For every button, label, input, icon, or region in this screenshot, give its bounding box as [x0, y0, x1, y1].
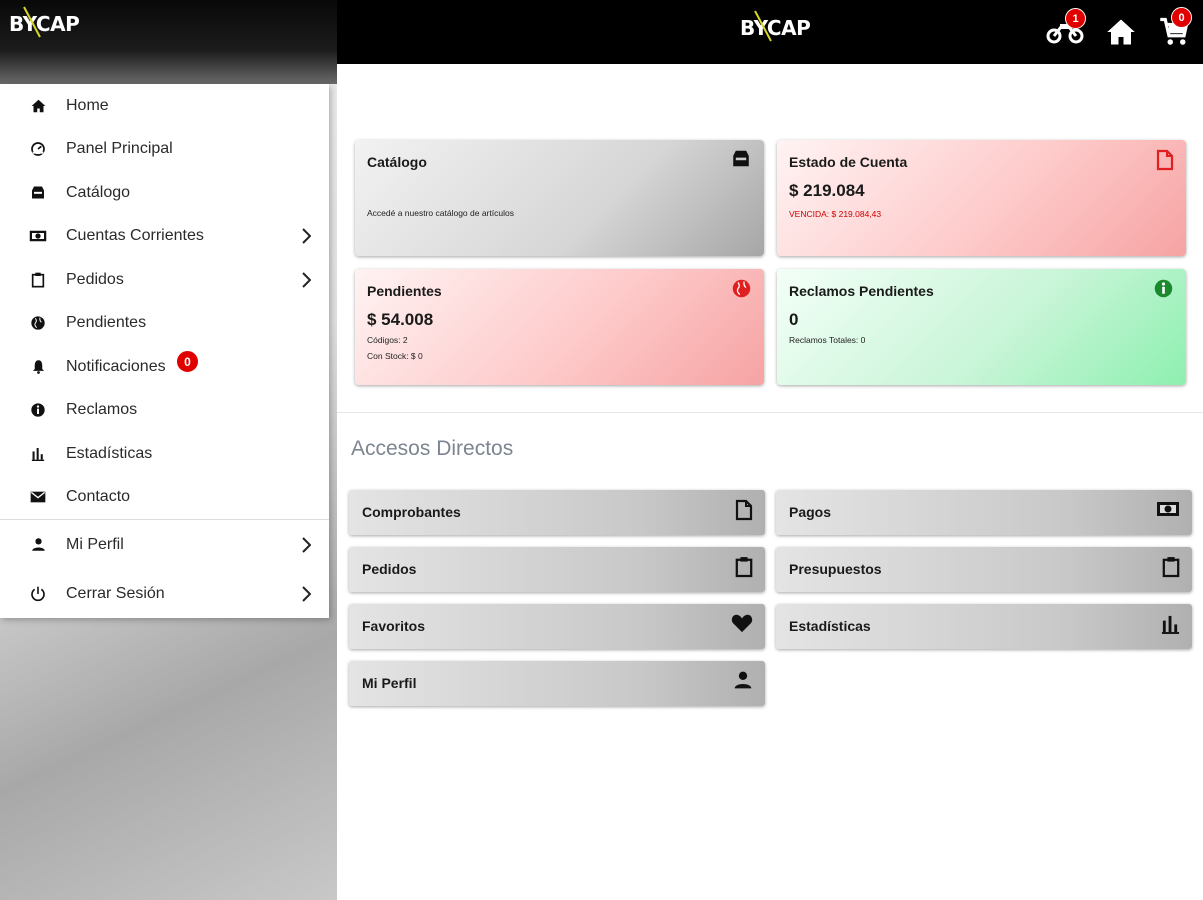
shortcut-label: Favoritos — [362, 618, 426, 634]
bell-icon — [27, 359, 49, 375]
sidebar-item-label: Pedidos — [66, 270, 124, 288]
section-divider — [337, 412, 1203, 413]
card-amount: $ 219.084 — [789, 181, 865, 200]
sidebar-item-label: Reclamos — [66, 401, 138, 419]
shortcut-mi-perfil[interactable]: Mi Perfil — [349, 661, 765, 706]
card-amount: $ 54.008 — [367, 310, 434, 329]
shortcut-pagos[interactable]: Pagos — [776, 490, 1192, 535]
inbox-icon — [730, 149, 752, 173]
sidebar-item-label: Home — [66, 96, 109, 114]
accesos-directos-title: Accesos Directos — [351, 437, 514, 460]
clipboard-icon — [735, 556, 753, 583]
top-bar: BYCAP 1 0 — [337, 0, 1203, 64]
sidebar-item-label: Notificaciones — [66, 357, 166, 375]
sidebar-item-label: Mi Perfil — [66, 535, 124, 553]
main-content: Catálogo Accedé a nuestro catálogo de ar… — [337, 64, 1203, 900]
card-description: Accedé a nuestro catálogo de artículos — [367, 208, 514, 218]
sidebar-header: BYCAP — [0, 0, 337, 84]
shortcut-label: Presupuestos — [789, 561, 882, 577]
sidebar-item-label: Cerrar Sesión — [66, 584, 165, 602]
info-icon — [1153, 278, 1174, 304]
sidebar-item-catalogo[interactable]: Catálogo — [0, 171, 329, 215]
bar-chart-icon — [27, 446, 49, 462]
card-vencida: VENCIDA: $ 219.084,43 — [789, 209, 882, 219]
card-reclamos-totales: Reclamos Totales: 0 — [789, 335, 866, 345]
money-icon — [1156, 501, 1180, 522]
sidebar-item-cerrar-sesion[interactable]: Cerrar Sesión — [0, 569, 329, 618]
card-codigos: Códigos: 2 — [367, 335, 408, 345]
chevron-right-icon — [302, 272, 311, 288]
card-stock: Con Stock: $ 0 — [367, 351, 423, 361]
sidebar-item-label: Catálogo — [66, 183, 131, 201]
cart-button[interactable]: 0 — [1158, 7, 1192, 52]
sidebar-item-reclamos[interactable]: Reclamos — [0, 389, 329, 433]
sidebar-item-pedidos[interactable]: Pedidos — [0, 258, 329, 302]
sidebar-item-label: Estadísticas — [66, 444, 153, 462]
card-title: Catálogo — [367, 154, 427, 170]
person-icon — [733, 670, 753, 695]
card-title: Pendientes — [367, 283, 442, 299]
sidebar: BYCAP Home Panel Principal Catálogo Cuen… — [0, 0, 337, 900]
sidebar-item-label: Cuentas Corrientes — [66, 227, 204, 245]
money-icon — [27, 230, 49, 242]
shortcut-presupuestos[interactable]: Presupuestos — [776, 547, 1192, 592]
home-icon — [27, 99, 49, 113]
shortcut-comprobantes[interactable]: Comprobantes — [349, 490, 765, 535]
file-icon — [735, 499, 753, 526]
card-catalogo[interactable]: Catálogo Accedé a nuestro catálogo de ar… — [355, 140, 764, 256]
card-reclamos-pendientes[interactable]: Reclamos Pendientes 0 Reclamos Totales: … — [777, 269, 1186, 385]
chevron-right-icon — [302, 585, 311, 602]
notification-badge: 0 — [176, 350, 199, 373]
globe-icon — [27, 315, 49, 331]
sidebar-item-label: Contacto — [66, 488, 131, 506]
info-icon — [27, 402, 49, 418]
sidebar-item-mi-perfil[interactable]: Mi Perfil — [0, 520, 329, 569]
dashboard-icon — [27, 141, 49, 157]
sidebar-item-estadisticas[interactable]: Estadísticas — [0, 432, 329, 476]
card-estado-de-cuenta[interactable]: Estado de Cuenta $ 219.084 VENCIDA: $ 21… — [777, 140, 1186, 256]
sidebar-logo[interactable]: BYCAP — [9, 6, 80, 38]
sidebar-item-label: Pendientes — [66, 314, 147, 332]
person-icon — [27, 537, 49, 552]
bar-chart-icon — [1161, 613, 1180, 639]
mail-icon — [27, 491, 49, 503]
file-icon — [1156, 149, 1174, 176]
globe-icon — [731, 278, 752, 304]
card-title: Reclamos Pendientes — [789, 283, 934, 299]
shortcut-label: Pedidos — [362, 561, 417, 577]
topbar-logo[interactable]: BYCAP — [740, 10, 811, 42]
home-button[interactable] — [1106, 18, 1136, 51]
sidebar-item-home[interactable]: Home — [0, 84, 329, 128]
shortcut-estadisticas[interactable]: Estadísticas — [776, 604, 1192, 649]
sidebar-item-contacto[interactable]: Contacto — [0, 476, 329, 520]
shortcut-pedidos[interactable]: Pedidos — [349, 547, 765, 592]
chevron-right-icon — [302, 536, 311, 553]
home-icon — [1107, 19, 1135, 45]
shortcut-label: Pagos — [789, 504, 832, 520]
sidebar-item-notificaciones[interactable]: Notificaciones 0 — [0, 345, 329, 389]
shortcut-label: Comprobantes — [362, 504, 461, 520]
inbox-icon — [27, 185, 49, 200]
clipboard-icon — [27, 272, 49, 288]
heart-icon — [731, 613, 753, 638]
sidebar-item-cuentas-corrientes[interactable]: Cuentas Corrientes — [0, 215, 329, 259]
sidebar-menu: Home Panel Principal Catálogo Cuentas Co… — [0, 84, 329, 618]
card-pendientes[interactable]: Pendientes $ 54.008 Códigos: 2 Con Stock… — [355, 269, 764, 385]
motorcycle-button[interactable]: 1 — [1046, 8, 1086, 49]
card-amount: 0 — [789, 310, 799, 329]
card-title: Estado de Cuenta — [789, 154, 908, 170]
moto-badge: 1 — [1065, 8, 1086, 29]
sidebar-item-panel-principal[interactable]: Panel Principal — [0, 128, 329, 172]
clipboard-icon — [1162, 556, 1180, 583]
power-icon — [27, 586, 49, 602]
sidebar-item-label: Panel Principal — [66, 140, 173, 158]
cart-badge: 0 — [1171, 7, 1192, 28]
shortcut-label: Mi Perfil — [362, 675, 417, 691]
shortcut-label: Estadísticas — [789, 618, 871, 634]
sidebar-item-pendientes[interactable]: Pendientes — [0, 302, 329, 346]
chevron-right-icon — [302, 228, 311, 244]
shortcut-favoritos[interactable]: Favoritos — [349, 604, 765, 649]
